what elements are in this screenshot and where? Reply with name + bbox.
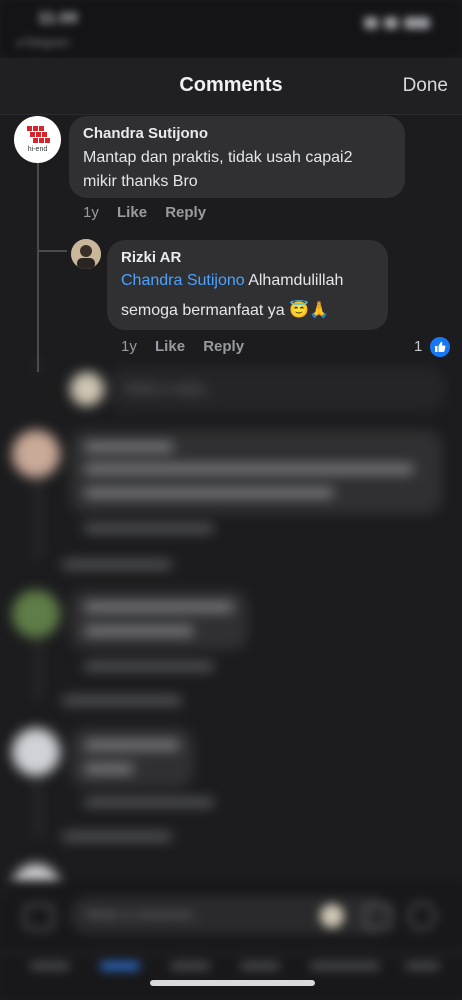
reply-bubble[interactable]: Rizki AR Chandra Sutijono Alhamdulillah …	[107, 240, 388, 330]
tab-item[interactable]	[100, 962, 140, 970]
comments-header: Comments Done	[0, 58, 462, 115]
reply-age: 1y	[121, 338, 137, 355]
write-reply-input[interactable]: Write a reply...	[108, 368, 444, 410]
thread-line	[37, 640, 39, 700]
thread-line	[37, 162, 39, 372]
comment-age: 1y	[83, 204, 99, 221]
hi-end-logo-icon	[27, 126, 50, 143]
avatar	[12, 728, 60, 776]
like-button[interactable]: Like	[117, 204, 147, 221]
comment-bubble[interactable]: Chandra Sutijono Mantap dan praktis, tid…	[69, 116, 405, 198]
status-icons	[358, 16, 436, 32]
done-button[interactable]: Done	[403, 75, 448, 97]
reply-text-line: Chandra Sutijono Alhamdulillah	[121, 268, 343, 294]
tab-item[interactable]	[240, 962, 280, 970]
comment-text-line: Mantap dan praktis, tidak usah capai2	[83, 149, 353, 166]
camera-icon[interactable]	[24, 904, 54, 930]
status-bar: 11:00 ◂ Telegram	[0, 0, 462, 58]
user-photo-icon	[71, 239, 101, 269]
avatar	[70, 372, 104, 406]
like-button[interactable]: Like	[155, 338, 185, 355]
like-reaction-icon	[429, 336, 451, 358]
home-indicator	[150, 980, 315, 986]
reaction-count: 1	[414, 338, 423, 355]
reply-button[interactable]: Reply	[203, 338, 244, 355]
thread-line	[37, 360, 39, 370]
thread-line	[37, 480, 39, 560]
comment-author[interactable]: Chandra Sutijono	[83, 125, 208, 142]
comment-bubble	[70, 430, 442, 514]
comment-bubble	[70, 728, 194, 788]
tab-bar	[0, 952, 462, 954]
tab-item[interactable]	[310, 962, 380, 970]
mention-link[interactable]: Chandra Sutijono	[121, 272, 245, 289]
reply-text-line: semoga bermanfaat ya 😇🙏	[121, 302, 329, 319]
avatar[interactable]: hi-end	[14, 116, 61, 163]
thread-line	[37, 778, 39, 838]
reply-button[interactable]: Reply	[165, 204, 206, 221]
reply-actions: 1y Like Reply	[121, 338, 258, 355]
gif-icon[interactable]	[364, 904, 392, 930]
reply-text: Alhamdulillah	[244, 272, 344, 289]
reply-connector	[37, 250, 67, 252]
avatar	[12, 430, 60, 478]
avatar-label: hi-end	[27, 146, 48, 153]
reply-author[interactable]: Rizki AR	[121, 249, 181, 266]
tab-item[interactable]	[30, 962, 70, 970]
tab-item[interactable]	[405, 962, 440, 970]
page-title: Comments	[179, 74, 283, 96]
comment-actions: 1y Like Reply	[83, 204, 220, 221]
tab-item[interactable]	[170, 962, 210, 970]
sticker-icon[interactable]	[408, 902, 436, 930]
avatar	[12, 590, 60, 638]
comment-text-line: mikir thanks Bro	[83, 173, 198, 190]
emoji-icon[interactable]	[320, 904, 344, 928]
status-time: 11:00	[38, 10, 79, 27]
avatar[interactable]	[71, 239, 101, 269]
status-carrier: ◂ Telegram	[16, 37, 70, 49]
comment-bubble	[70, 590, 248, 650]
